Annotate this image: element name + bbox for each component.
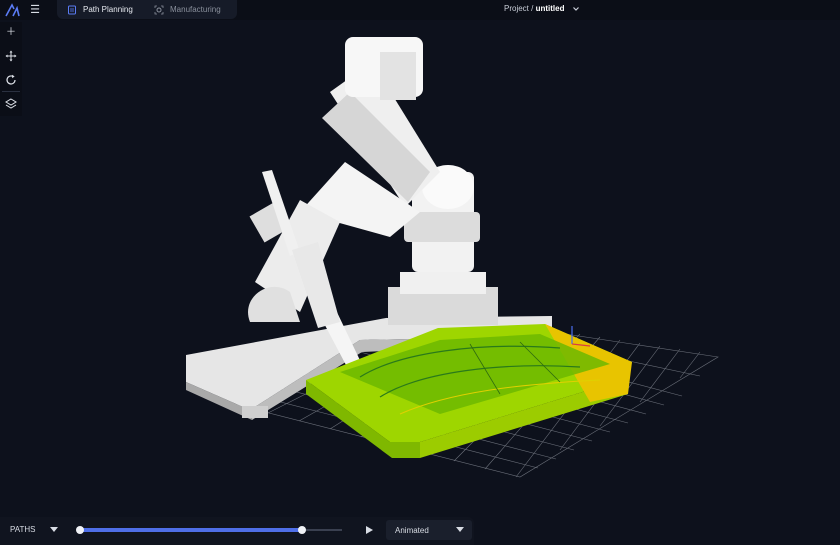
play-icon[interactable]: [364, 525, 374, 535]
mode-tabs: Path Planning Manufacturing: [57, 0, 237, 19]
caret-down-icon[interactable]: [50, 527, 58, 533]
camera-settings-icon: [154, 5, 164, 14]
chevron-down-icon[interactable]: [572, 4, 580, 14]
app-logo-icon[interactable]: [4, 2, 20, 18]
top-bar: ☰ Path Planning Manufacturing Project / …: [0, 0, 840, 20]
3d-viewport[interactable]: [0, 22, 840, 517]
tab-label: Manufacturing: [170, 5, 221, 14]
tab-path-planning[interactable]: Path Planning: [67, 0, 133, 19]
timeline-slider-range: [80, 528, 302, 532]
hamburger-menu-icon[interactable]: ☰: [28, 3, 42, 17]
project-title[interactable]: Project / untitled: [504, 4, 564, 13]
slider-end-handle[interactable]: [298, 526, 306, 534]
document-icon: [68, 5, 76, 14]
project-prefix: Project /: [504, 4, 534, 13]
playback-mode-label: Animated: [395, 526, 429, 535]
playback-bar: PATHS Animated: [0, 517, 474, 545]
tab-label: Path Planning: [83, 5, 133, 14]
playback-mode-select[interactable]: Animated: [386, 520, 472, 540]
project-name: untitled: [535, 4, 565, 13]
slider-start-handle[interactable]: [76, 526, 84, 534]
caret-down-icon: [456, 527, 464, 532]
paths-dropdown[interactable]: PATHS: [10, 525, 35, 534]
tab-manufacturing[interactable]: Manufacturing: [154, 0, 221, 19]
